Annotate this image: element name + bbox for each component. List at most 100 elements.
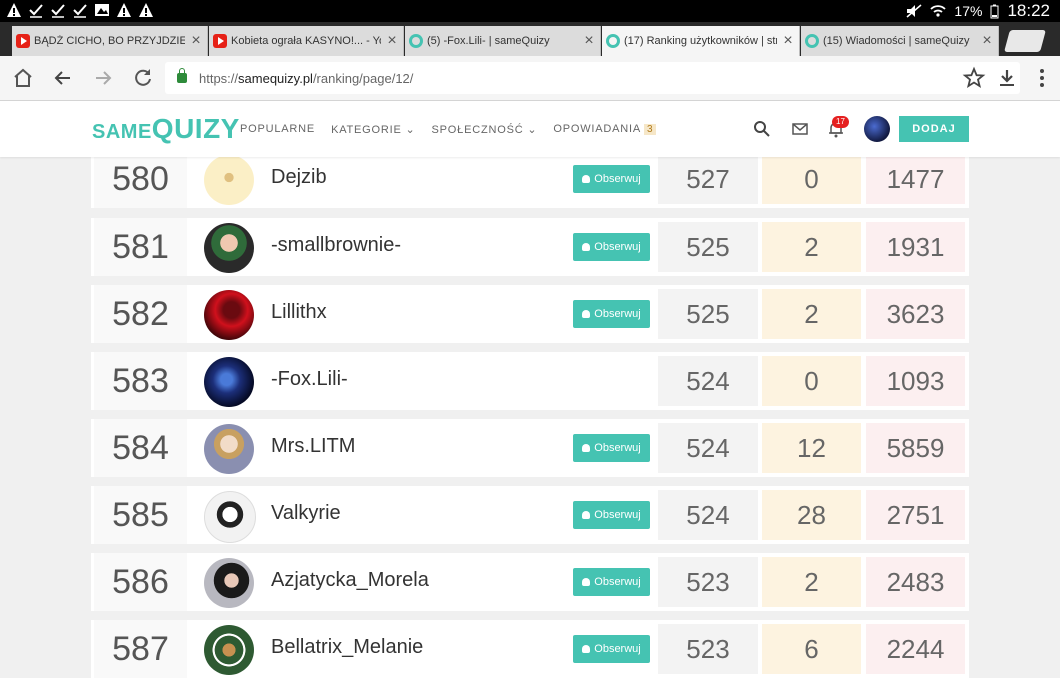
android-status-bar: 17% 18:22 xyxy=(0,0,1060,22)
stat-value: 523 xyxy=(658,557,758,607)
tab-2[interactable]: Kobieta ograła KASYNO!... - Yo × xyxy=(209,26,404,56)
menu-stories-label: OPOWIADANIA xyxy=(553,123,642,135)
tab-1[interactable]: BĄDŹ CICHO, BO PRZYJDZIE PO NI × xyxy=(12,26,208,56)
follow-label: Obserwuj xyxy=(594,509,641,521)
username-link[interactable]: Dejzib xyxy=(271,166,327,189)
tab-title: Kobieta ograła KASYNO!... - Yo xyxy=(231,35,381,47)
stat-value: 2 xyxy=(762,222,861,272)
tab-3[interactable]: (5) -Fox.Lili- | sameQuizy × xyxy=(405,26,601,56)
follow-button[interactable]: Obserwuj xyxy=(573,434,650,462)
rank-number: 581 xyxy=(94,218,187,276)
url-scheme: https:// xyxy=(199,70,239,86)
ranking-row: 582 Lillithx Obserwuj 525 2 3623 xyxy=(91,285,969,343)
avatar[interactable] xyxy=(204,290,254,340)
stories-count-badge: 3 xyxy=(644,124,657,135)
menu-stories[interactable]: OPOWIADANIA 3 xyxy=(553,123,657,136)
mute-icon xyxy=(906,4,922,18)
rank-number: 586 xyxy=(94,553,187,611)
avatar[interactable] xyxy=(204,558,254,608)
avatar[interactable] xyxy=(204,155,254,205)
username-link[interactable]: Bellatrix_Melanie xyxy=(271,636,423,659)
rank-number: 583 xyxy=(94,352,187,410)
notification-icons xyxy=(6,2,154,18)
stat-value: 2244 xyxy=(866,624,965,674)
tab-title: (5) -Fox.Lili- | sameQuizy xyxy=(427,35,550,47)
stat-value: 12 xyxy=(762,423,861,473)
username-link[interactable]: -Fox.Lili- xyxy=(271,368,348,391)
samequizy-icon xyxy=(805,34,819,48)
close-icon[interactable]: × xyxy=(976,32,998,50)
forward-arrow-icon[interactable] xyxy=(91,66,115,90)
username-link[interactable]: Valkyrie xyxy=(271,502,341,525)
menu-community-label: SPOŁECZNOŚĆ xyxy=(431,124,524,136)
tab-5[interactable]: (15) Wiadomości | sameQuizy × xyxy=(801,26,999,56)
follow-button[interactable]: Obserwuj xyxy=(573,300,650,328)
follow-button[interactable]: Obserwuj xyxy=(573,233,650,261)
reload-icon[interactable] xyxy=(131,66,155,90)
stat-value: 0 xyxy=(762,154,861,204)
checkmark-icon xyxy=(73,4,87,18)
username-link[interactable]: Lillithx xyxy=(271,301,327,324)
star-icon[interactable] xyxy=(962,66,986,90)
follow-label: Obserwuj xyxy=(594,576,641,588)
stat-value: 525 xyxy=(658,289,758,339)
warning-icon xyxy=(139,3,153,17)
logo-text-quizy: QUIZY xyxy=(151,113,240,144)
rank-number: 587 xyxy=(94,620,187,678)
follow-button[interactable]: Obserwuj xyxy=(573,165,650,193)
lock-icon xyxy=(177,68,187,83)
stat-value: 5859 xyxy=(866,423,965,473)
avatar[interactable] xyxy=(204,491,256,543)
follow-button[interactable]: Obserwuj xyxy=(573,501,650,529)
add-user-icon xyxy=(582,444,591,452)
add-user-icon xyxy=(582,310,591,318)
follow-button[interactable]: Obserwuj xyxy=(573,635,650,663)
checkmark-icon xyxy=(29,4,43,18)
youtube-icon xyxy=(213,34,227,48)
main-menu: POPULARNE KATEGORIE ⌄ SPOŁECZNOŚĆ ⌄ OPOW… xyxy=(240,123,657,136)
home-icon[interactable] xyxy=(11,66,35,90)
more-vertical-icon[interactable] xyxy=(1030,66,1054,90)
menu-popular[interactable]: POPULARNE xyxy=(240,123,315,136)
close-icon[interactable]: × xyxy=(777,32,799,50)
envelope-icon[interactable] xyxy=(790,119,810,139)
stat-value: 524 xyxy=(658,356,758,406)
close-icon[interactable]: × xyxy=(381,32,403,50)
rank-number: 585 xyxy=(94,486,187,544)
avatar[interactable] xyxy=(204,625,254,675)
follow-label: Obserwuj xyxy=(594,308,641,320)
username-link[interactable]: Mrs.LITM xyxy=(271,435,355,458)
download-icon[interactable] xyxy=(995,66,1019,90)
username-link[interactable]: Azjatycka_Morela xyxy=(271,569,429,592)
avatar[interactable] xyxy=(204,223,254,273)
stat-value: 1477 xyxy=(866,154,965,204)
samequizy-icon xyxy=(409,34,423,48)
rank-number: 584 xyxy=(94,419,187,477)
url-field[interactable]: https://samequizy.pl/ranking/page/12/ xyxy=(165,62,1020,94)
user-avatar[interactable] xyxy=(864,116,890,142)
add-button[interactable]: DODAJ xyxy=(899,116,969,142)
tab-title: (17) Ranking użytkowników | stro xyxy=(624,35,777,47)
follow-label: Obserwuj xyxy=(594,241,641,253)
close-icon[interactable]: × xyxy=(578,32,600,50)
search-icon[interactable] xyxy=(752,119,772,139)
menu-categories[interactable]: KATEGORIE ⌄ xyxy=(331,123,415,136)
avatar[interactable] xyxy=(204,357,254,407)
wifi-icon xyxy=(930,5,947,17)
menu-community[interactable]: SPOŁECZNOŚĆ ⌄ xyxy=(432,123,538,136)
tab-4-active[interactable]: (17) Ranking użytkowników | stro × xyxy=(602,26,800,56)
stat-value: 3623 xyxy=(866,289,965,339)
samequizy-logo[interactable]: SAMEQUIZY xyxy=(92,113,240,145)
samequizy-icon xyxy=(606,34,620,48)
back-arrow-icon[interactable] xyxy=(51,66,75,90)
logo-text-same: SAME xyxy=(92,121,152,143)
close-icon[interactable]: × xyxy=(185,32,207,50)
add-user-icon xyxy=(582,511,591,519)
avatar[interactable] xyxy=(204,424,254,474)
checkmark-icon xyxy=(51,4,65,18)
new-tab-button[interactable] xyxy=(1004,30,1046,52)
username-link[interactable]: -smallbrownie- xyxy=(271,234,401,257)
follow-button[interactable]: Obserwuj xyxy=(573,568,650,596)
ranking-row: 581 -smallbrownie- Obserwuj 525 2 1931 xyxy=(91,218,969,276)
menu-categories-label: KATEGORIE xyxy=(331,124,402,136)
